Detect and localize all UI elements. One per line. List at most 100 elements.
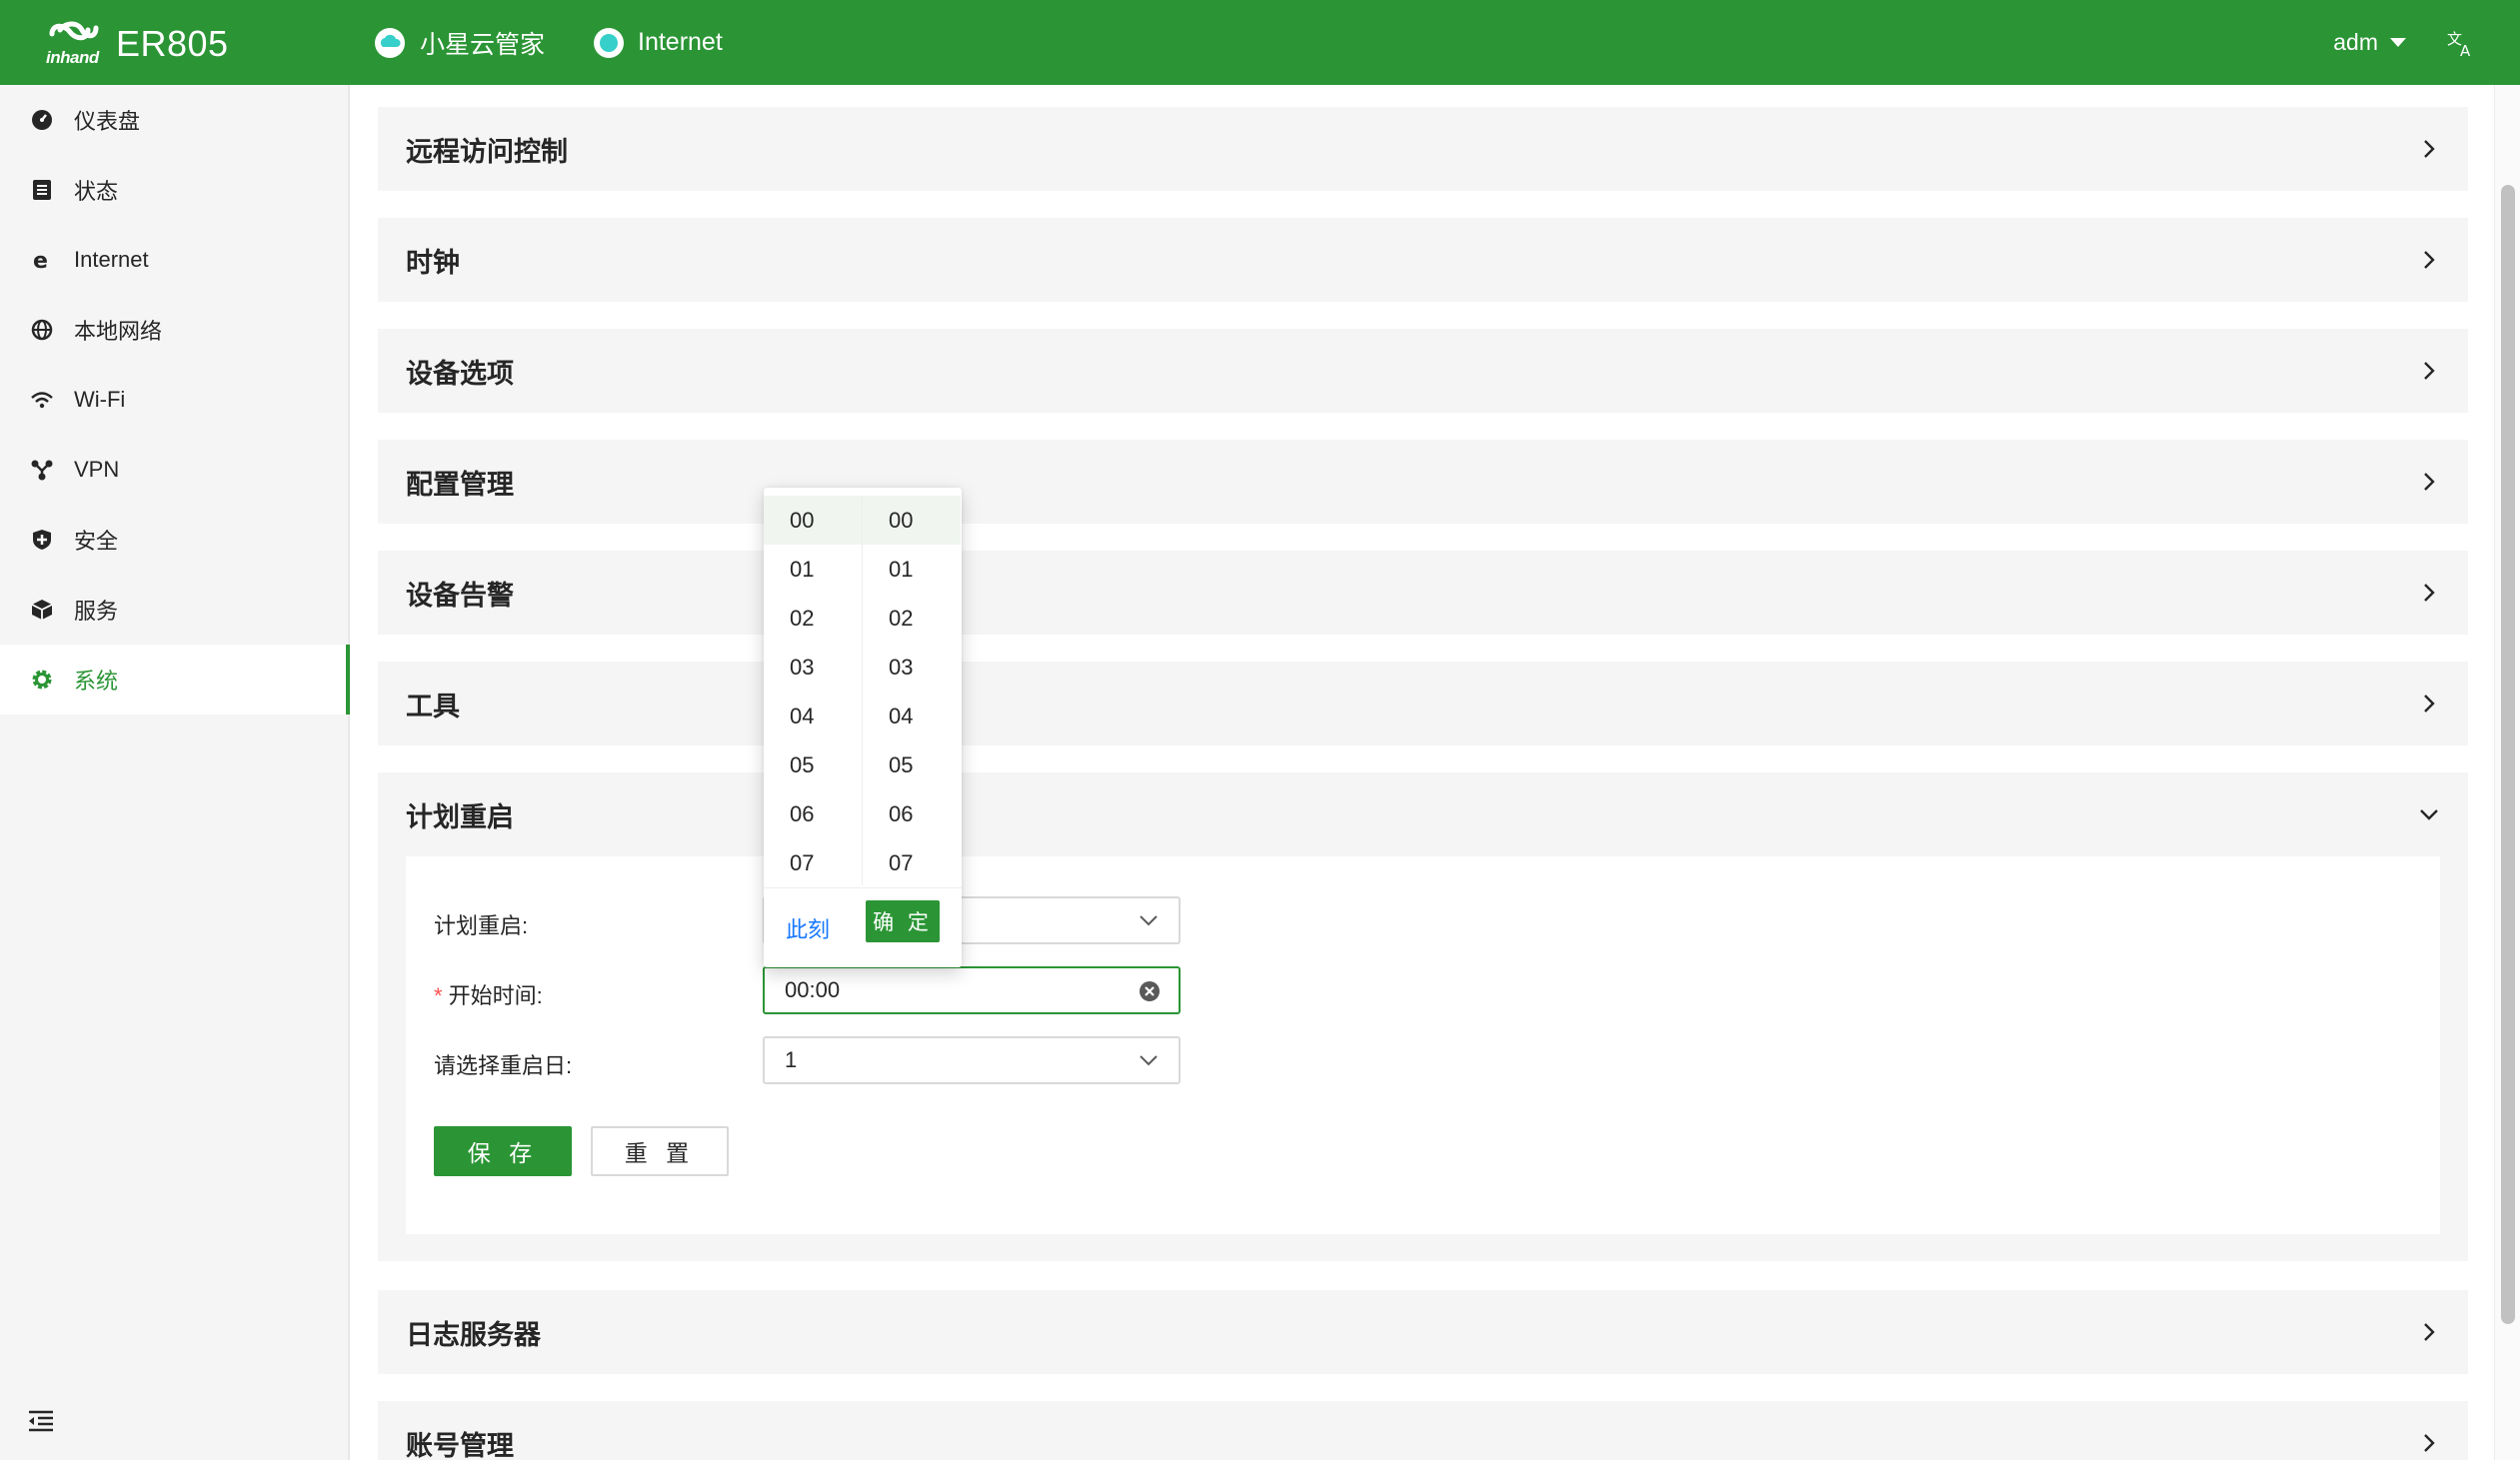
vpn-nodes-icon: [27, 455, 57, 485]
panel-title: 账号管理: [406, 1430, 514, 1460]
panel-account-management[interactable]: 账号管理: [378, 1401, 2468, 1460]
sidebar-item-label: 服务: [74, 599, 119, 624]
cloud-manager-link[interactable]: 小星云管家: [374, 0, 545, 85]
save-button[interactable]: 保 存: [434, 1126, 572, 1176]
panel-title: 计划重启: [406, 801, 514, 832]
logo: inhand ER805: [42, 14, 229, 74]
internet-status-dot-icon: [594, 27, 624, 58]
panel-config-management[interactable]: 配置管理: [378, 440, 2468, 524]
panel-title: 工具: [406, 691, 460, 722]
hour-option[interactable]: 06: [764, 789, 862, 838]
minute-column[interactable]: 00 01 02 03 04 05 06 07: [863, 496, 961, 885]
sidebar-item-internet[interactable]: e Internet: [0, 225, 348, 295]
minute-option[interactable]: 02: [863, 594, 961, 643]
sidebar-item-label: Internet: [74, 247, 149, 272]
chevron-down-icon: [1140, 1055, 1158, 1066]
hour-option[interactable]: 00: [764, 496, 862, 545]
sidebar-item-vpn[interactable]: VPN: [0, 435, 348, 505]
hour-option[interactable]: 07: [764, 838, 862, 885]
time-picker-dropdown: 00 01 02 03 04 05 06 07 00 01 02 03 04 0…: [764, 488, 962, 967]
hour-option[interactable]: 03: [764, 643, 862, 692]
cloud-manager-label: 小星云管家: [420, 30, 546, 59]
panel-clock[interactable]: 时钟: [378, 218, 2468, 302]
start-time-value: 00:00: [785, 977, 841, 1002]
chevron-right-icon: [2424, 1323, 2435, 1341]
hour-option[interactable]: 05: [764, 740, 862, 789]
panel-device-options[interactable]: 设备选项: [378, 329, 2468, 413]
minute-option[interactable]: 04: [863, 692, 961, 740]
confirm-button[interactable]: 确 定: [866, 900, 940, 942]
sidebar-item-dashboard[interactable]: 仪表盘: [0, 85, 348, 155]
chevron-right-icon: [2424, 251, 2435, 269]
sidebar-item-label: 本地网络: [74, 319, 163, 344]
panel-remote-access[interactable]: 远程访问控制: [378, 107, 2468, 191]
sidebar-item-services[interactable]: 服务: [0, 575, 348, 645]
scheduled-reboot-panel-body: 计划重启: * 开始时间: 00:00 请选择重启日: 1 保 存 重 置: [378, 856, 2468, 1261]
sidebar-item-local-network[interactable]: 本地网络: [0, 295, 348, 365]
start-time-input[interactable]: 00:00: [763, 966, 1181, 1014]
chevron-down-icon: [1140, 915, 1158, 926]
scrollbar-thumb[interactable]: [2501, 185, 2515, 1324]
sidebar-item-label: Wi-Fi: [74, 387, 126, 412]
panel-title: 时钟: [406, 247, 460, 278]
globe-icon: [27, 315, 57, 345]
scheduled-reboot-form: 计划重启: * 开始时间: 00:00 请选择重启日: 1 保 存 重 置: [406, 856, 2440, 1234]
dashboard-icon: [27, 105, 57, 135]
panel-tools[interactable]: 工具: [378, 662, 2468, 745]
panel-title: 日志服务器: [406, 1319, 541, 1350]
chevron-right-icon: [2424, 695, 2435, 713]
model-name: ER805: [116, 23, 229, 64]
panel-device-alarm[interactable]: 设备告警: [378, 551, 2468, 635]
caret-down-icon: [2390, 38, 2406, 47]
panel-scheduled-reboot[interactable]: 计划重启: [378, 772, 2468, 856]
svg-text:A: A: [2460, 42, 2471, 58]
chevron-right-icon: [2424, 362, 2435, 380]
now-button[interactable]: 此刻: [786, 912, 830, 944]
minute-option[interactable]: 03: [863, 643, 961, 692]
sidebar-item-label: 安全: [74, 529, 119, 554]
minute-option[interactable]: 07: [863, 838, 961, 885]
schedule-reboot-label: 计划重启:: [434, 913, 529, 938]
panel-title: 设备选项: [406, 358, 514, 389]
required-asterisk: *: [434, 983, 443, 1008]
internet-status-label: Internet: [638, 28, 723, 56]
hour-option[interactable]: 04: [764, 692, 862, 740]
panel-title: 设备告警: [406, 580, 514, 611]
sidebar-item-label: 状态: [74, 179, 119, 204]
brand-text: inhand: [46, 48, 99, 67]
language-icon[interactable]: 文 A: [2446, 28, 2476, 58]
minute-option[interactable]: 06: [863, 789, 961, 838]
panel-title: 远程访问控制: [406, 136, 568, 167]
internet-status[interactable]: Internet: [594, 0, 723, 85]
cloud-icon: [374, 27, 406, 59]
time-picker-footer: 此刻 确 定: [764, 887, 962, 968]
hour-option[interactable]: 01: [764, 545, 862, 594]
sidebar-item-status[interactable]: 状态: [0, 155, 348, 225]
sidebar-item-system[interactable]: 系统: [0, 645, 350, 715]
gear-icon: [27, 665, 57, 695]
sidebar-item-security[interactable]: 安全: [0, 505, 348, 575]
minute-option[interactable]: 00: [863, 496, 961, 545]
sidebar: 仪表盘 状态 e Internet 本地网络 Wi-Fi VPN 安全 服务 系…: [0, 85, 350, 1460]
user-menu[interactable]: adm: [2333, 0, 2406, 85]
reboot-day-label: 请选择重启日:: [434, 1053, 573, 1078]
menu-fold-icon[interactable]: [26, 1406, 56, 1436]
start-time-label: * 开始时间:: [434, 983, 543, 1008]
chevron-right-icon: [2424, 140, 2435, 158]
hour-column[interactable]: 00 01 02 03 04 05 06 07: [764, 496, 863, 885]
reset-button[interactable]: 重 置: [591, 1126, 729, 1176]
chevron-right-icon: [2424, 473, 2435, 491]
minute-option[interactable]: 05: [863, 740, 961, 789]
sidebar-item-wifi[interactable]: Wi-Fi: [0, 365, 348, 435]
chevron-right-icon: [2424, 584, 2435, 602]
status-list-icon: [27, 175, 57, 205]
reboot-day-select[interactable]: 1: [763, 1036, 1181, 1084]
minute-option[interactable]: 01: [863, 545, 961, 594]
clear-circle-icon[interactable]: [1139, 980, 1161, 1002]
sidebar-item-label: 仪表盘: [74, 109, 141, 134]
panel-log-server[interactable]: 日志服务器: [378, 1290, 2468, 1374]
shield-icon: [27, 525, 57, 555]
hour-option[interactable]: 02: [764, 594, 862, 643]
internet-explorer-icon: e: [27, 245, 57, 275]
sidebar-item-label: VPN: [74, 457, 120, 482]
